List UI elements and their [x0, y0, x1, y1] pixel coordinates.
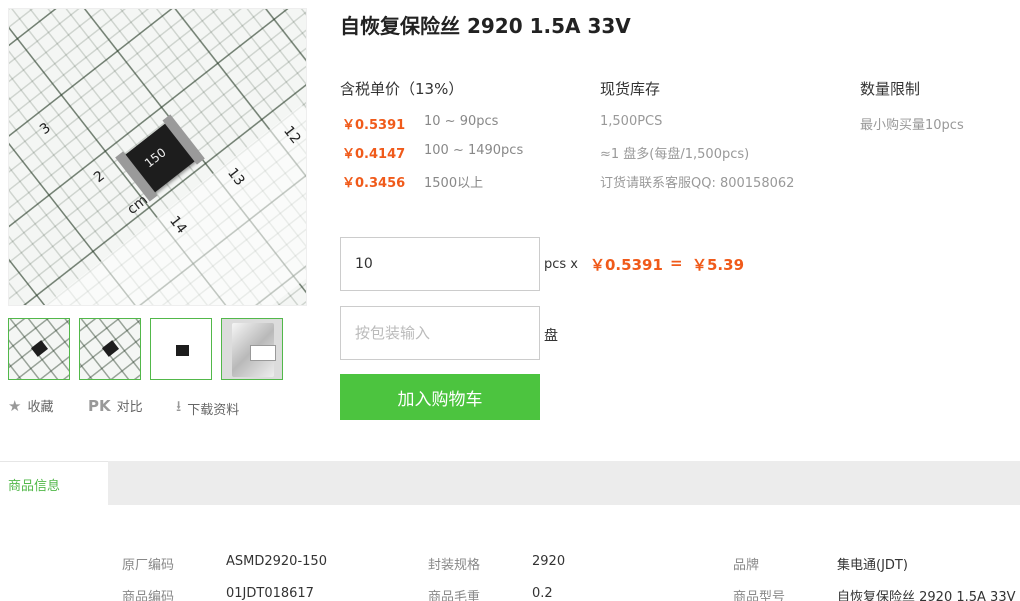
spec-value: ASMD2920-150 [226, 554, 327, 569]
spec-value: 集电通(JDT) [837, 558, 908, 573]
spec-label: 原厂编码 [122, 558, 175, 573]
product-main-image: 3 2 cm 14 13 12 150 [8, 8, 307, 306]
equals-sign: = [670, 254, 683, 272]
tier-range: 1500以上 [424, 176, 484, 191]
stock-quantity: 1,500PCS [600, 114, 663, 129]
spec-label: 封装规格 [428, 558, 481, 573]
favorite-action[interactable]: ★ 收藏 [8, 396, 54, 416]
add-to-cart-button[interactable]: 加入购物车 [340, 374, 540, 420]
chip-marking: 150 [142, 145, 169, 171]
spec-label: 商品编码 [122, 590, 175, 601]
pk-icon: PK [88, 396, 111, 415]
tier-price: ￥0.3456 [342, 176, 406, 191]
spec-value: 2920 [532, 554, 566, 569]
quantity-unit: pcs x [544, 257, 578, 272]
quantity-input[interactable] [340, 237, 540, 291]
spec-label: 商品毛重 [428, 590, 481, 601]
compare-action[interactable]: PK 对比 [88, 396, 143, 416]
tier-range: 10 ~ 90pcs [424, 114, 499, 129]
compare-label: 对比 [116, 400, 143, 415]
spec-value: 01JDT018617 [226, 586, 314, 601]
total-price: ￥5.39 [692, 256, 745, 274]
product-title: 自恢复保险丝 2920 1.5A 33V [340, 14, 631, 38]
star-icon: ★ [8, 396, 22, 415]
min-order: 最小购买量10pcs [860, 118, 964, 133]
thumbnail-4[interactable] [221, 318, 283, 380]
tab-product-info[interactable]: 商品信息 [0, 461, 108, 506]
pack-input[interactable] [340, 306, 540, 360]
price-header: 含税单价（13%） [340, 80, 464, 98]
packaging-bag [232, 323, 276, 377]
pack-unit: 盘 [544, 328, 558, 344]
thumbnail-3[interactable] [150, 318, 212, 380]
info-tab-bar [0, 461, 1020, 505]
tier-price: ￥0.4147 [342, 147, 406, 162]
limit-header: 数量限制 [860, 80, 921, 98]
thumbnail-1[interactable] [8, 318, 70, 380]
favorite-label: 收藏 [27, 400, 54, 415]
spec-value: 0.2 [532, 586, 553, 601]
tier-range: 100 ~ 1490pcs [424, 143, 524, 158]
stock-contact: 订货请联系客服QQ: 800158062 [600, 176, 795, 191]
stock-reels: ≈1 盘多(每盘/1,500pcs) [600, 147, 750, 162]
download-icon: ⭳ [176, 397, 182, 415]
spec-label: 品牌 [733, 558, 760, 573]
tier-price: ￥0.5391 [342, 118, 406, 133]
download-label: 下载资料 [187, 403, 240, 418]
thumbnail-2[interactable] [79, 318, 141, 380]
download-action[interactable]: ⭳ 下载资料 [176, 396, 239, 421]
unit-price: ￥0.5391 [590, 256, 663, 274]
spec-value: 自恢复保险丝 2920 1.5A 33V [837, 590, 1016, 601]
stock-header: 现货库存 [600, 80, 661, 98]
spec-label: 商品型号 [733, 590, 786, 601]
